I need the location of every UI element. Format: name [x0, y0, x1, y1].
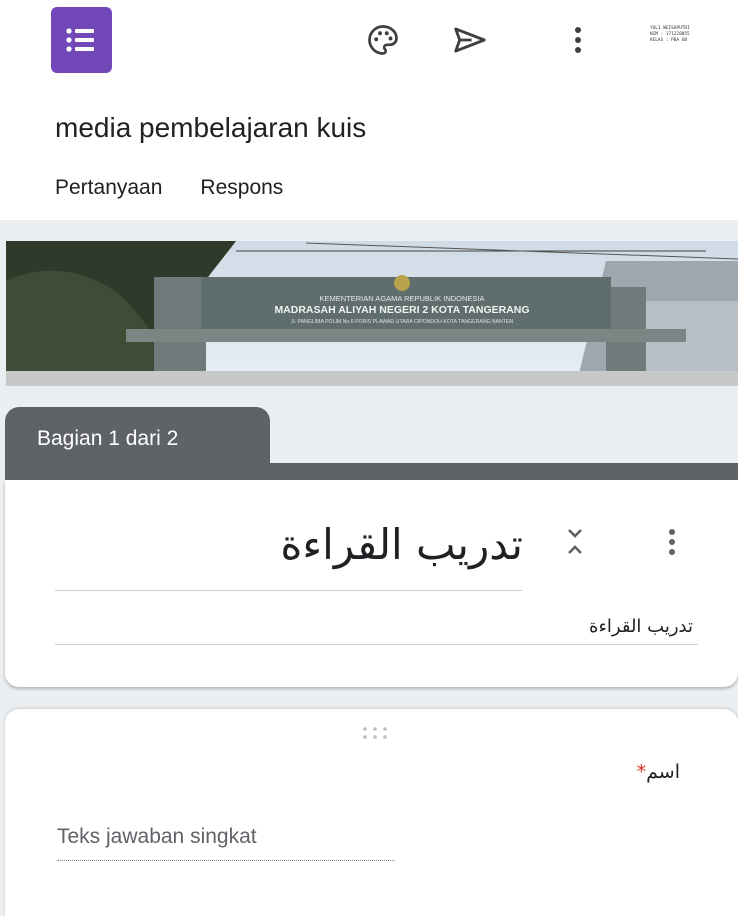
section-description[interactable]: تدريب القراءة — [589, 616, 693, 637]
app-bar: YOLI WEISAPUTRI NIM : 171220055 KELAS : … — [0, 0, 738, 220]
section-bar — [5, 463, 738, 481]
banner-line-2: MADRASAH ALIYAH NEGERI 2 KOTA TANGERANG — [274, 304, 529, 316]
required-asterisk: * — [636, 761, 647, 783]
account-avatar[interactable]: YOLI WEISAPUTRI NIM : 171220055 KELAS : … — [650, 26, 712, 43]
section-title[interactable]: تدريب القراءة — [280, 520, 523, 569]
form-tabs: Pertanyaan Respons — [55, 176, 283, 200]
palette-icon[interactable] — [355, 12, 411, 68]
title-underline — [55, 590, 522, 591]
question-card[interactable]: اسم* Teks jawaban singkat — [5, 709, 738, 916]
drag-handle-icon[interactable] — [360, 726, 390, 740]
form-title[interactable]: media pembelajaran kuis — [55, 112, 366, 144]
profile-line: KELAS : PBA 6B — [650, 37, 688, 43]
section-more-icon[interactable] — [661, 524, 683, 560]
header-image: KEMENTERIAN AGAMA REPUBLIK INDONESIA MAD… — [6, 241, 738, 386]
tab-questions[interactable]: Pertanyaan — [55, 176, 162, 200]
description-underline — [55, 644, 698, 645]
section-label: Bagian 1 dari 2 — [5, 407, 270, 465]
question-title[interactable]: اسم* — [631, 761, 680, 783]
google-forms-icon[interactable] — [51, 7, 112, 73]
more-vert-icon[interactable] — [550, 12, 606, 68]
banner-line-1: KEMENTERIAN AGAMA REPUBLIK INDONESIA — [319, 294, 484, 303]
short-answer-field[interactable]: Teks jawaban singkat — [57, 825, 395, 861]
collapse-icon[interactable] — [562, 526, 588, 560]
question-text: اسم — [646, 761, 680, 783]
tab-responses[interactable]: Respons — [200, 176, 283, 200]
send-icon[interactable] — [442, 12, 498, 68]
section-header-card[interactable]: تدريب القراءة تدريب القراءة — [5, 480, 738, 687]
banner-line-3: Jl. PANGLIMA POLIM No.6 PORIS PLAWAD UTA… — [291, 319, 513, 325]
